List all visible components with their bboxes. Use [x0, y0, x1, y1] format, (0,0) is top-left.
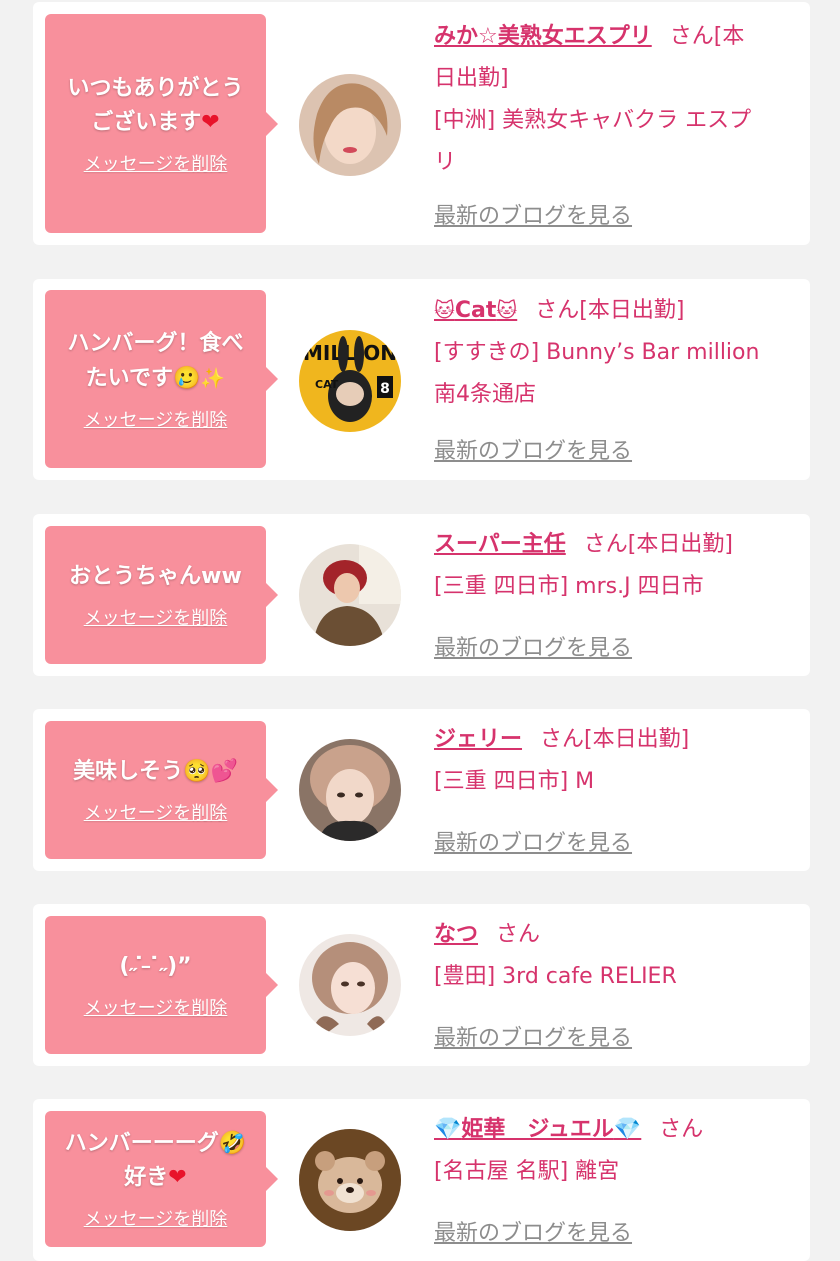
avatar[interactable]	[299, 544, 401, 646]
cast-info: 💎姫華 ジュエル💎 さん [名古屋 名駅] 離宮	[434, 1109, 804, 1193]
laughing-face-icon: 🤣	[218, 1131, 247, 1156]
crying-face-icon: 🥲	[173, 365, 201, 391]
attendance-status: さん[本	[669, 24, 745, 49]
message-bubble: ハンバーーーグ🤣 好き❤ メッセージを削除	[45, 1111, 278, 1247]
avatar[interactable]	[299, 934, 401, 1036]
delete-message-link[interactable]: メッセージを削除	[84, 150, 228, 176]
message-text: 美味しそう🥺💕	[73, 759, 238, 784]
latest-blog-link[interactable]: 最新のブログを見る	[434, 1215, 632, 1247]
shop-name: [名古屋 名駅] 離宮	[434, 1159, 620, 1184]
delete-message-link[interactable]: メッセージを削除	[84, 799, 228, 825]
latest-blog-link[interactable]: 最新のブログを見る	[434, 1020, 632, 1052]
message-bubble: (˶ ̇ ̵ ̇˶)” メッセージを削除	[45, 916, 278, 1054]
avatar[interactable]: MILLION CAT 8	[299, 330, 401, 432]
cast-info: スーパー主任 さん[本日出勤] [三重 四日市] mrs.J 四日市	[434, 524, 804, 608]
cast-name-link[interactable]: 🐱Cat🐱	[434, 298, 517, 323]
heart-icon: ❤	[168, 1165, 187, 1190]
heart-icon: ❤	[201, 109, 220, 135]
cat-icon: 🐱	[434, 298, 455, 322]
message-text: いつもありがとう ございます❤	[67, 75, 244, 135]
avatar[interactable]	[299, 739, 401, 841]
message-bubble: おとうちゃんww メッセージを削除	[45, 526, 278, 664]
message-card: 美味しそう🥺💕 メッセージを削除 ジェリー さん[本日出勤] [三重 四日市] M…	[33, 709, 810, 871]
hearts-icon: 💕	[210, 759, 238, 784]
avatar-number: 8	[380, 381, 390, 397]
cast-name-link[interactable]: みか☆美熟女エスプリ	[434, 24, 652, 49]
delete-message-link[interactable]: メッセージを削除	[84, 406, 228, 432]
message-text: ハンバーグ！食べ たいです🥲✨	[67, 330, 244, 391]
message-card: ハンバーグ！食べ たいです🥲✨ メッセージを削除 MILLION CAT 8 🐱…	[33, 279, 810, 480]
avatar-text: MILLION	[303, 341, 397, 365]
cast-info: ジェリー さん[本日出勤] [三重 四日市] M	[434, 719, 804, 803]
cast-name-link[interactable]: ジェリー	[434, 727, 522, 752]
attendance-status: さん[本日出勤]	[535, 298, 685, 323]
cast-info: 🐱Cat🐱 さん[本日出勤] [すすきの] Bunny’s Bar million…	[434, 289, 804, 416]
message-card: おとうちゃんww メッセージを削除 スーパー主任 さん[本日出勤] [三重 四日市…	[33, 514, 810, 676]
message-card: ハンバーーーグ🤣 好き❤ メッセージを削除 💎姫華 ジュエル💎 さん [名古屋 …	[33, 1099, 810, 1261]
shop-name: [すすきの] Bunny’s Bar million	[434, 340, 760, 365]
avatar[interactable]	[299, 74, 401, 176]
message-text: おとうちゃんww	[69, 564, 242, 589]
gem-icon: 💎	[434, 1117, 462, 1142]
latest-blog-link[interactable]: 最新のブログを見る	[434, 825, 632, 857]
latest-blog-link[interactable]: 最新のブログを見る	[434, 198, 632, 230]
shop-name-wrap: 南4条通店	[434, 382, 536, 407]
cast-info: なつ さん [豊田] 3rd cafe RELIER	[434, 914, 804, 998]
attendance-status-wrap: 日出勤]	[434, 66, 509, 91]
attendance-status: さん[本日出勤]	[583, 532, 733, 557]
avatar-label: CAT	[315, 378, 339, 391]
cast-info: みか☆美熟女エスプリ さん[本 日出勤] [中洲] 美熟女キャバクラ エスプ リ	[434, 16, 804, 184]
shop-name: [三重 四日市] mrs.J 四日市	[434, 574, 704, 599]
attendance-status: さん	[496, 922, 541, 947]
avatar[interactable]	[299, 1129, 401, 1231]
shop-name: [中洲] 美熟女キャバクラ エスプ	[434, 108, 752, 133]
message-card: いつもありがとう ございます❤ メッセージを削除 みか☆美熟女エスプリ さん[本 …	[33, 2, 810, 245]
latest-blog-link[interactable]: 最新のブログを見る	[434, 630, 632, 662]
cast-name-link[interactable]: 💎姫華 ジュエル💎	[434, 1117, 641, 1142]
attendance-status: さん[本日出勤]	[540, 727, 690, 752]
cast-name-link[interactable]: スーパー主任	[434, 532, 566, 557]
delete-message-link[interactable]: メッセージを削除	[84, 604, 228, 630]
message-card: (˶ ̇ ̵ ̇˶)” メッセージを削除 なつ さん [豊田] 3rd cafe …	[33, 904, 810, 1066]
gem-icon: 💎	[613, 1117, 642, 1142]
delete-message-link[interactable]: メッセージを削除	[84, 994, 228, 1020]
attendance-status: さん	[659, 1117, 704, 1142]
cat-icon: 🐱	[496, 298, 518, 322]
sparkle-icon: ✨	[200, 365, 226, 390]
message-list: いつもありがとう ございます❤ メッセージを削除 みか☆美熟女エスプリ さん[本 …	[0, 0, 840, 1261]
message-text: ハンバーーーグ🤣 好き❤	[64, 1131, 247, 1190]
latest-blog-link[interactable]: 最新のブログを見る	[434, 433, 632, 465]
pleading-face-icon: 🥺	[183, 759, 211, 784]
shop-name: [豊田] 3rd cafe RELIER	[434, 964, 677, 989]
shop-name: [三重 四日市] M	[434, 769, 595, 794]
message-bubble: いつもありがとう ございます❤ メッセージを削除	[45, 14, 278, 233]
message-bubble: ハンバーグ！食べ たいです🥲✨ メッセージを削除	[45, 290, 278, 468]
cast-name-link[interactable]: なつ	[434, 922, 478, 947]
shop-name-wrap: リ	[434, 150, 457, 175]
message-bubble: 美味しそう🥺💕 メッセージを削除	[45, 721, 278, 859]
delete-message-link[interactable]: メッセージを削除	[84, 1205, 228, 1231]
message-text: (˶ ̇ ̵ ̇˶)”	[119, 954, 192, 979]
